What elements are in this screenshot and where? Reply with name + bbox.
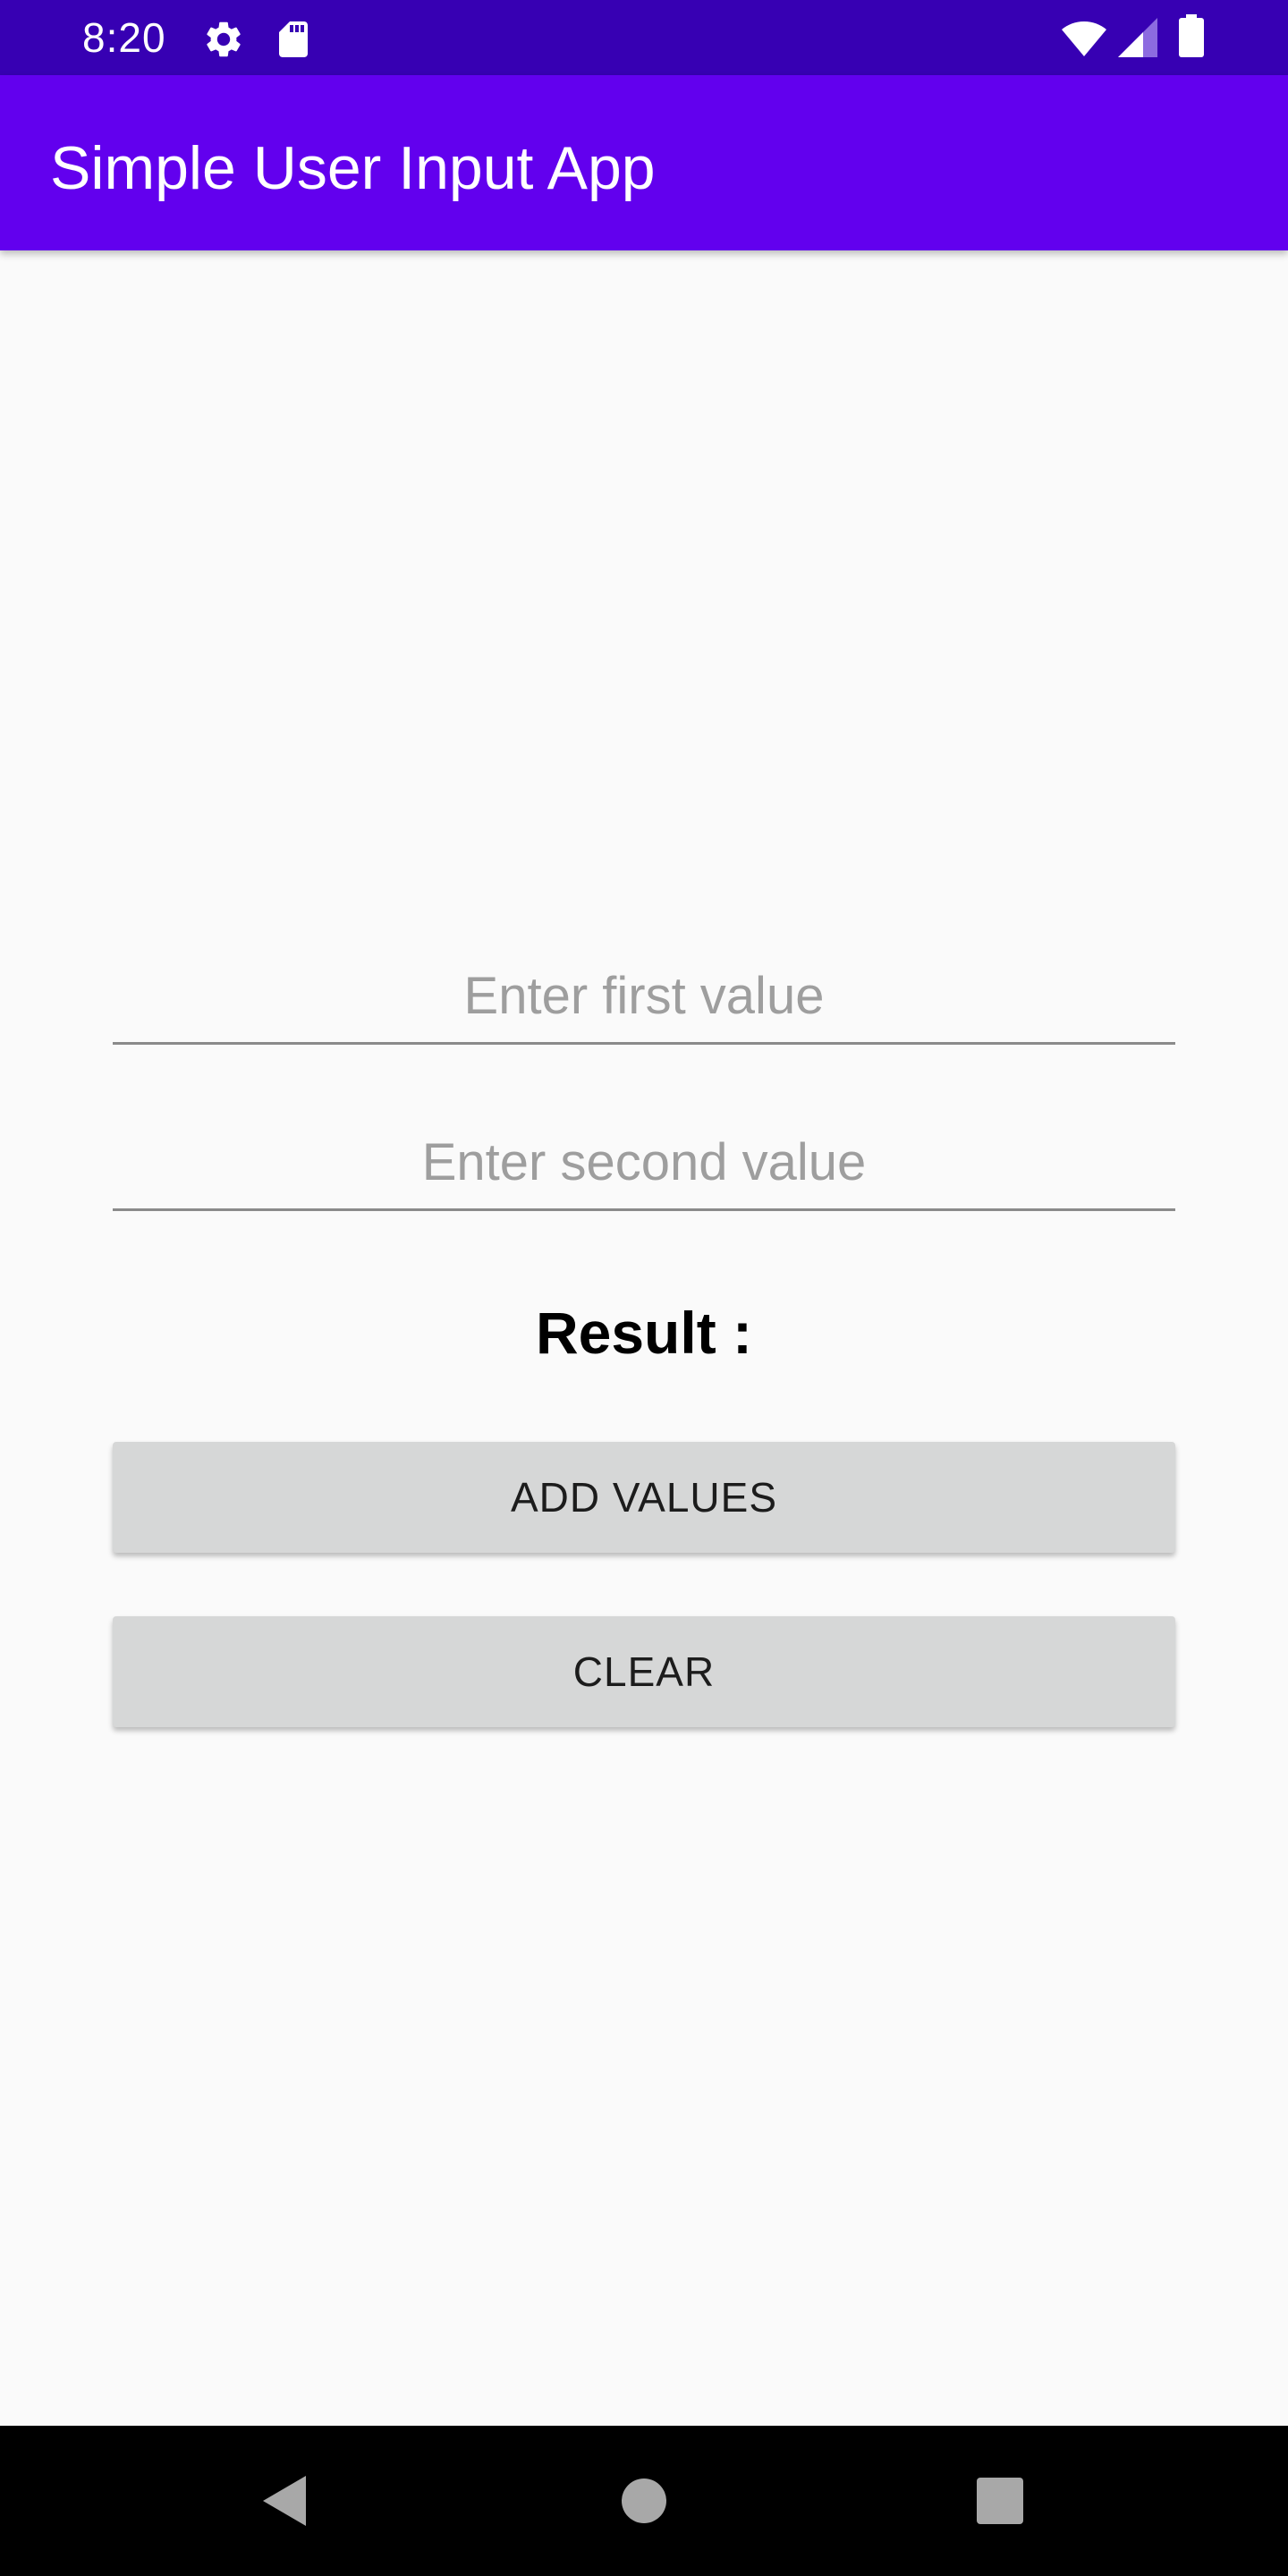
back-icon[interactable] (209, 2426, 360, 2576)
first-value-field-container (113, 950, 1175, 1048)
app-bar: Simple User Input App (0, 75, 1288, 250)
recents-icon[interactable] (925, 2426, 1075, 2576)
second-value-field-container (113, 1116, 1175, 1215)
wifi-icon (1062, 21, 1106, 56)
result-label: Result : (535, 1300, 753, 1366)
status-time: 8:20 (82, 14, 166, 61)
battery-icon (1179, 14, 1204, 57)
second-value-input[interactable] (113, 1116, 1175, 1211)
status-bar: 8:20 (0, 0, 1288, 75)
app-title: Simple User Input App (50, 134, 656, 202)
clear-button[interactable]: CLEAR (113, 1616, 1175, 1727)
gear-icon (207, 21, 241, 57)
first-value-input[interactable] (113, 950, 1175, 1045)
cell-signal-icon (1118, 18, 1157, 57)
system-nav-bar (0, 2426, 1288, 2576)
add-values-button[interactable]: ADD VALUES (113, 1442, 1175, 1553)
sd-card-icon (279, 21, 308, 57)
home-icon[interactable] (569, 2426, 719, 2576)
